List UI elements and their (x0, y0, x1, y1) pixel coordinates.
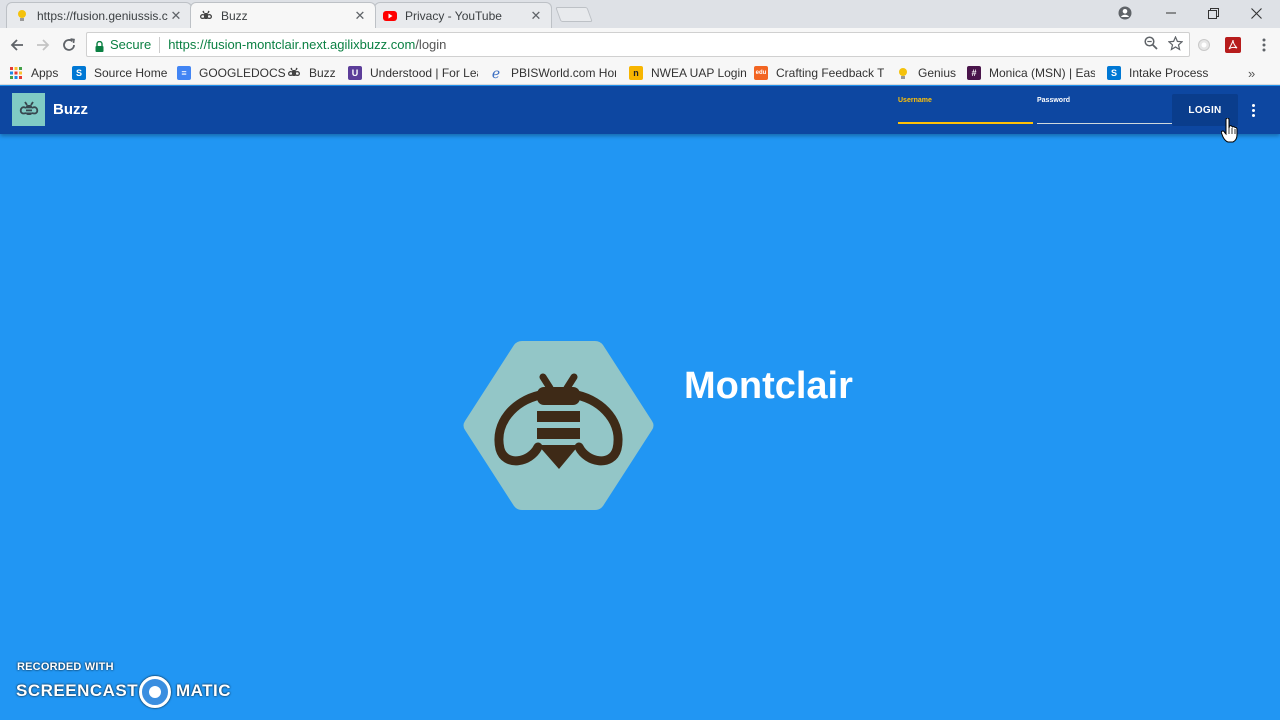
bookmark-crafting-feedback[interactable]: edu Crafting Feedback T (754, 64, 884, 82)
username-label: Username (898, 97, 932, 104)
bookmark-label: Buzz (309, 66, 336, 80)
back-arrow-icon[interactable] (6, 34, 28, 56)
browser-tab[interactable]: https://fusion.geniussis.c ✕ (6, 2, 192, 28)
bookmark-source-home[interactable]: S Source Home (72, 64, 167, 82)
bookmark-genius[interactable]: Genius (896, 64, 956, 82)
bookmark-label: PBISWorld.com Hom (511, 66, 616, 80)
tab-title: Buzz (221, 8, 248, 23)
school-logo (462, 341, 655, 510)
zoom-icon[interactable] (1144, 36, 1158, 53)
secure-label: Secure (110, 37, 152, 52)
bookmark-label: Crafting Feedback T (776, 66, 884, 80)
browser-tab-active[interactable]: Buzz ✕ (190, 2, 376, 28)
browser-tab-strip: https://fusion.geniussis.c ✕ Buzz ✕ Priv… (0, 0, 1280, 28)
password-label: Password (1037, 97, 1071, 104)
app-title: Buzz (53, 101, 88, 118)
hand-cursor-icon (1220, 117, 1239, 144)
username-input[interactable] (898, 106, 1033, 122)
bookmark-pbisworld[interactable]: ℯ PBISWorld.com Hom (489, 64, 616, 82)
forward-arrow-icon[interactable] (32, 34, 54, 56)
new-tab-button[interactable] (555, 7, 593, 22)
edu-icon: edu (754, 66, 768, 80)
bookmark-apps[interactable]: Apps (9, 64, 58, 82)
bee-icon (19, 101, 38, 115)
bookmark-intake-process[interactable]: S Intake Process (1107, 64, 1208, 82)
watermark-recorded-with: RECORDED WITH (17, 661, 114, 673)
username-field[interactable]: Username (898, 94, 1033, 124)
bookmark-label: Genius (918, 66, 957, 80)
bookmark-label: Source Home (94, 66, 168, 80)
divider (159, 36, 161, 53)
browser-tab[interactable]: Privacy - YouTube ✕ (374, 2, 552, 28)
bee-icon (199, 9, 213, 23)
profile-icon[interactable] (1114, 0, 1136, 26)
tab-title: Privacy - YouTube (405, 8, 502, 23)
sharepoint-icon: S (1107, 66, 1121, 80)
bookmark-label: GOOGLEDOCS (199, 66, 286, 80)
pbis-icon: ℯ (491, 64, 501, 81)
password-field[interactable]: Password (1037, 94, 1172, 124)
address-bar[interactable]: Secure https://fusion-montclair.next.agi… (86, 32, 1190, 57)
bookmark-label: Apps (31, 66, 59, 80)
youtube-icon (383, 9, 397, 23)
bee-hexagon-icon (463, 341, 654, 510)
understood-icon: U (348, 66, 362, 80)
url-host: https://fusion-montclair.next.agilixbuzz… (168, 37, 416, 52)
bookmark-nwea[interactable]: n NWEA UAP Login (629, 64, 747, 82)
bookmark-label: Understood | For Lea (370, 66, 478, 80)
chevron-double-right-icon[interactable]: » (1248, 64, 1255, 82)
bee-icon (287, 66, 301, 80)
nwea-icon: n (629, 66, 643, 80)
watermark-matic: MATIC (176, 681, 232, 700)
bookmark-label: Intake Process (1129, 66, 1209, 80)
bookmark-understood[interactable]: U Understood | For Lea (348, 64, 478, 82)
bookmark-monica[interactable]: # Monica (MSN) | East (967, 64, 1095, 82)
docs-icon: ≡ (177, 66, 191, 80)
watermark-screencast: SCREENCAST (16, 681, 139, 700)
close-icon[interactable]: ✕ (169, 8, 183, 23)
screencast-logo-icon (139, 676, 171, 708)
password-input[interactable] (1037, 106, 1172, 122)
extension-icon[interactable] (1195, 36, 1213, 54)
url-path: /login (415, 37, 447, 52)
lightbulb-icon (15, 9, 29, 23)
star-icon[interactable] (1167, 34, 1184, 54)
lightbulb-icon (896, 66, 910, 80)
app-header: Buzz Username Password LOGIN (0, 86, 1280, 134)
reload-icon[interactable] (58, 34, 80, 56)
minimize-icon[interactable] (1160, 0, 1182, 26)
browser-toolbar: Secure https://fusion-montclair.next.agi… (0, 28, 1280, 61)
bookmark-label: Monica (MSN) | East (989, 66, 1095, 80)
lock-icon (95, 40, 104, 52)
sharepoint-icon: S (72, 66, 86, 80)
pdf-icon[interactable] (1224, 36, 1242, 54)
close-icon[interactable]: ✕ (529, 8, 543, 23)
username-underline (898, 122, 1033, 124)
close-icon[interactable]: ✕ (353, 8, 367, 23)
apps-grid-icon (9, 66, 23, 80)
url-text: https://fusion-montclair.next.agilixbuzz… (168, 37, 446, 52)
window-close-icon[interactable] (1245, 0, 1267, 26)
school-name: Montclair (684, 365, 853, 407)
tab-title: https://fusion.geniussis.c (37, 8, 168, 23)
bookmark-googledocs[interactable]: ≡ GOOGLEDOCS (177, 64, 286, 82)
bookmarks-bar: Apps S Source Home ≡ GOOGLEDOCS Buzz U U… (0, 61, 1280, 85)
bookmark-buzz[interactable]: Buzz (287, 64, 336, 82)
more-vert-icon[interactable] (1244, 100, 1262, 120)
slack-icon: # (967, 66, 981, 80)
buzz-logo[interactable] (12, 93, 45, 126)
restore-icon[interactable] (1202, 0, 1224, 26)
menu-icon[interactable] (1255, 36, 1273, 54)
bookmark-label: NWEA UAP Login (651, 66, 747, 80)
password-underline (1037, 123, 1172, 124)
